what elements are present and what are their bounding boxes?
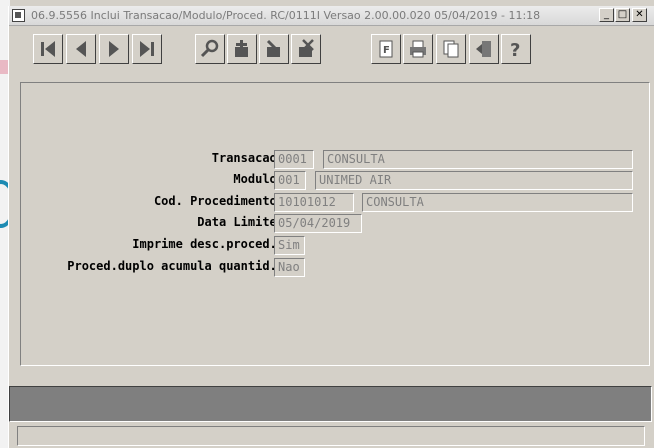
procedimento-desc-field: CONSULTA xyxy=(362,193,633,212)
edit-icon xyxy=(266,39,280,57)
data-limite-label: Data Limite: xyxy=(197,215,284,229)
next-icon xyxy=(109,41,119,57)
duplo-field[interactable]: Nao xyxy=(274,258,305,277)
help-icon: ? xyxy=(510,40,520,60)
last-icon xyxy=(140,41,154,57)
imprime-field[interactable]: Sim xyxy=(274,236,305,255)
message-bar xyxy=(9,386,652,422)
delete-button[interactable] xyxy=(291,34,321,64)
first-icon xyxy=(41,41,55,57)
copy-button[interactable] xyxy=(436,34,466,64)
imprime-label: Imprime desc.proced.: xyxy=(132,237,284,251)
toolbar: F ? xyxy=(9,34,654,68)
next-record-button[interactable] xyxy=(99,34,129,64)
help-button[interactable]: ? xyxy=(501,34,531,64)
previous-icon xyxy=(76,41,86,57)
duplo-label: Proced.duplo acumula quantid.: xyxy=(67,259,284,273)
add-icon xyxy=(235,40,248,57)
modulo-code-field[interactable]: 001 xyxy=(274,171,306,190)
transacao-code-field[interactable]: 0001 xyxy=(274,150,314,169)
data-limite-field[interactable]: 05/04/2019 xyxy=(274,214,362,233)
procedimento-label: Cod. Procedimento: xyxy=(153,194,284,208)
copy-icon xyxy=(443,40,459,58)
title-bar: 06.9.5556 Inclui Transacao/Modulo/Proced… xyxy=(9,6,654,26)
filter-button[interactable]: F xyxy=(371,34,401,64)
last-record-button[interactable] xyxy=(132,34,162,64)
status-bar xyxy=(17,426,645,446)
search-icon xyxy=(200,39,219,58)
maximize-button[interactable]: □ xyxy=(615,8,630,22)
edit-button[interactable] xyxy=(259,34,289,64)
exit-icon xyxy=(476,41,491,57)
exit-button[interactable] xyxy=(469,34,499,64)
close-button[interactable]: ✕ xyxy=(632,8,647,22)
window-title: 06.9.5556 Inclui Transacao/Modulo/Proced… xyxy=(31,9,541,22)
app-icon[interactable] xyxy=(12,9,25,22)
first-record-button[interactable] xyxy=(33,34,63,64)
minimize-button[interactable]: _ xyxy=(599,8,614,22)
filter-icon: F xyxy=(379,40,393,58)
previous-record-button[interactable] xyxy=(66,34,96,64)
application-window: 06.9.5556 Inclui Transacao/Modulo/Proced… xyxy=(8,6,654,448)
form-panel: Transacao: 0001 CONSULTA Modulo: 001 UNI… xyxy=(20,82,650,366)
add-button[interactable] xyxy=(227,34,257,64)
search-button[interactable] xyxy=(195,34,225,64)
svg-text:F: F xyxy=(383,45,390,56)
procedimento-code-field[interactable]: 10101012 xyxy=(274,193,354,212)
delete-icon xyxy=(299,39,314,57)
transacao-desc-field: CONSULTA xyxy=(323,150,633,169)
print-icon xyxy=(410,40,426,58)
svg-text:?: ? xyxy=(510,40,520,60)
modulo-desc-field: UNIMED AIR xyxy=(315,171,633,190)
print-button[interactable] xyxy=(403,34,433,64)
